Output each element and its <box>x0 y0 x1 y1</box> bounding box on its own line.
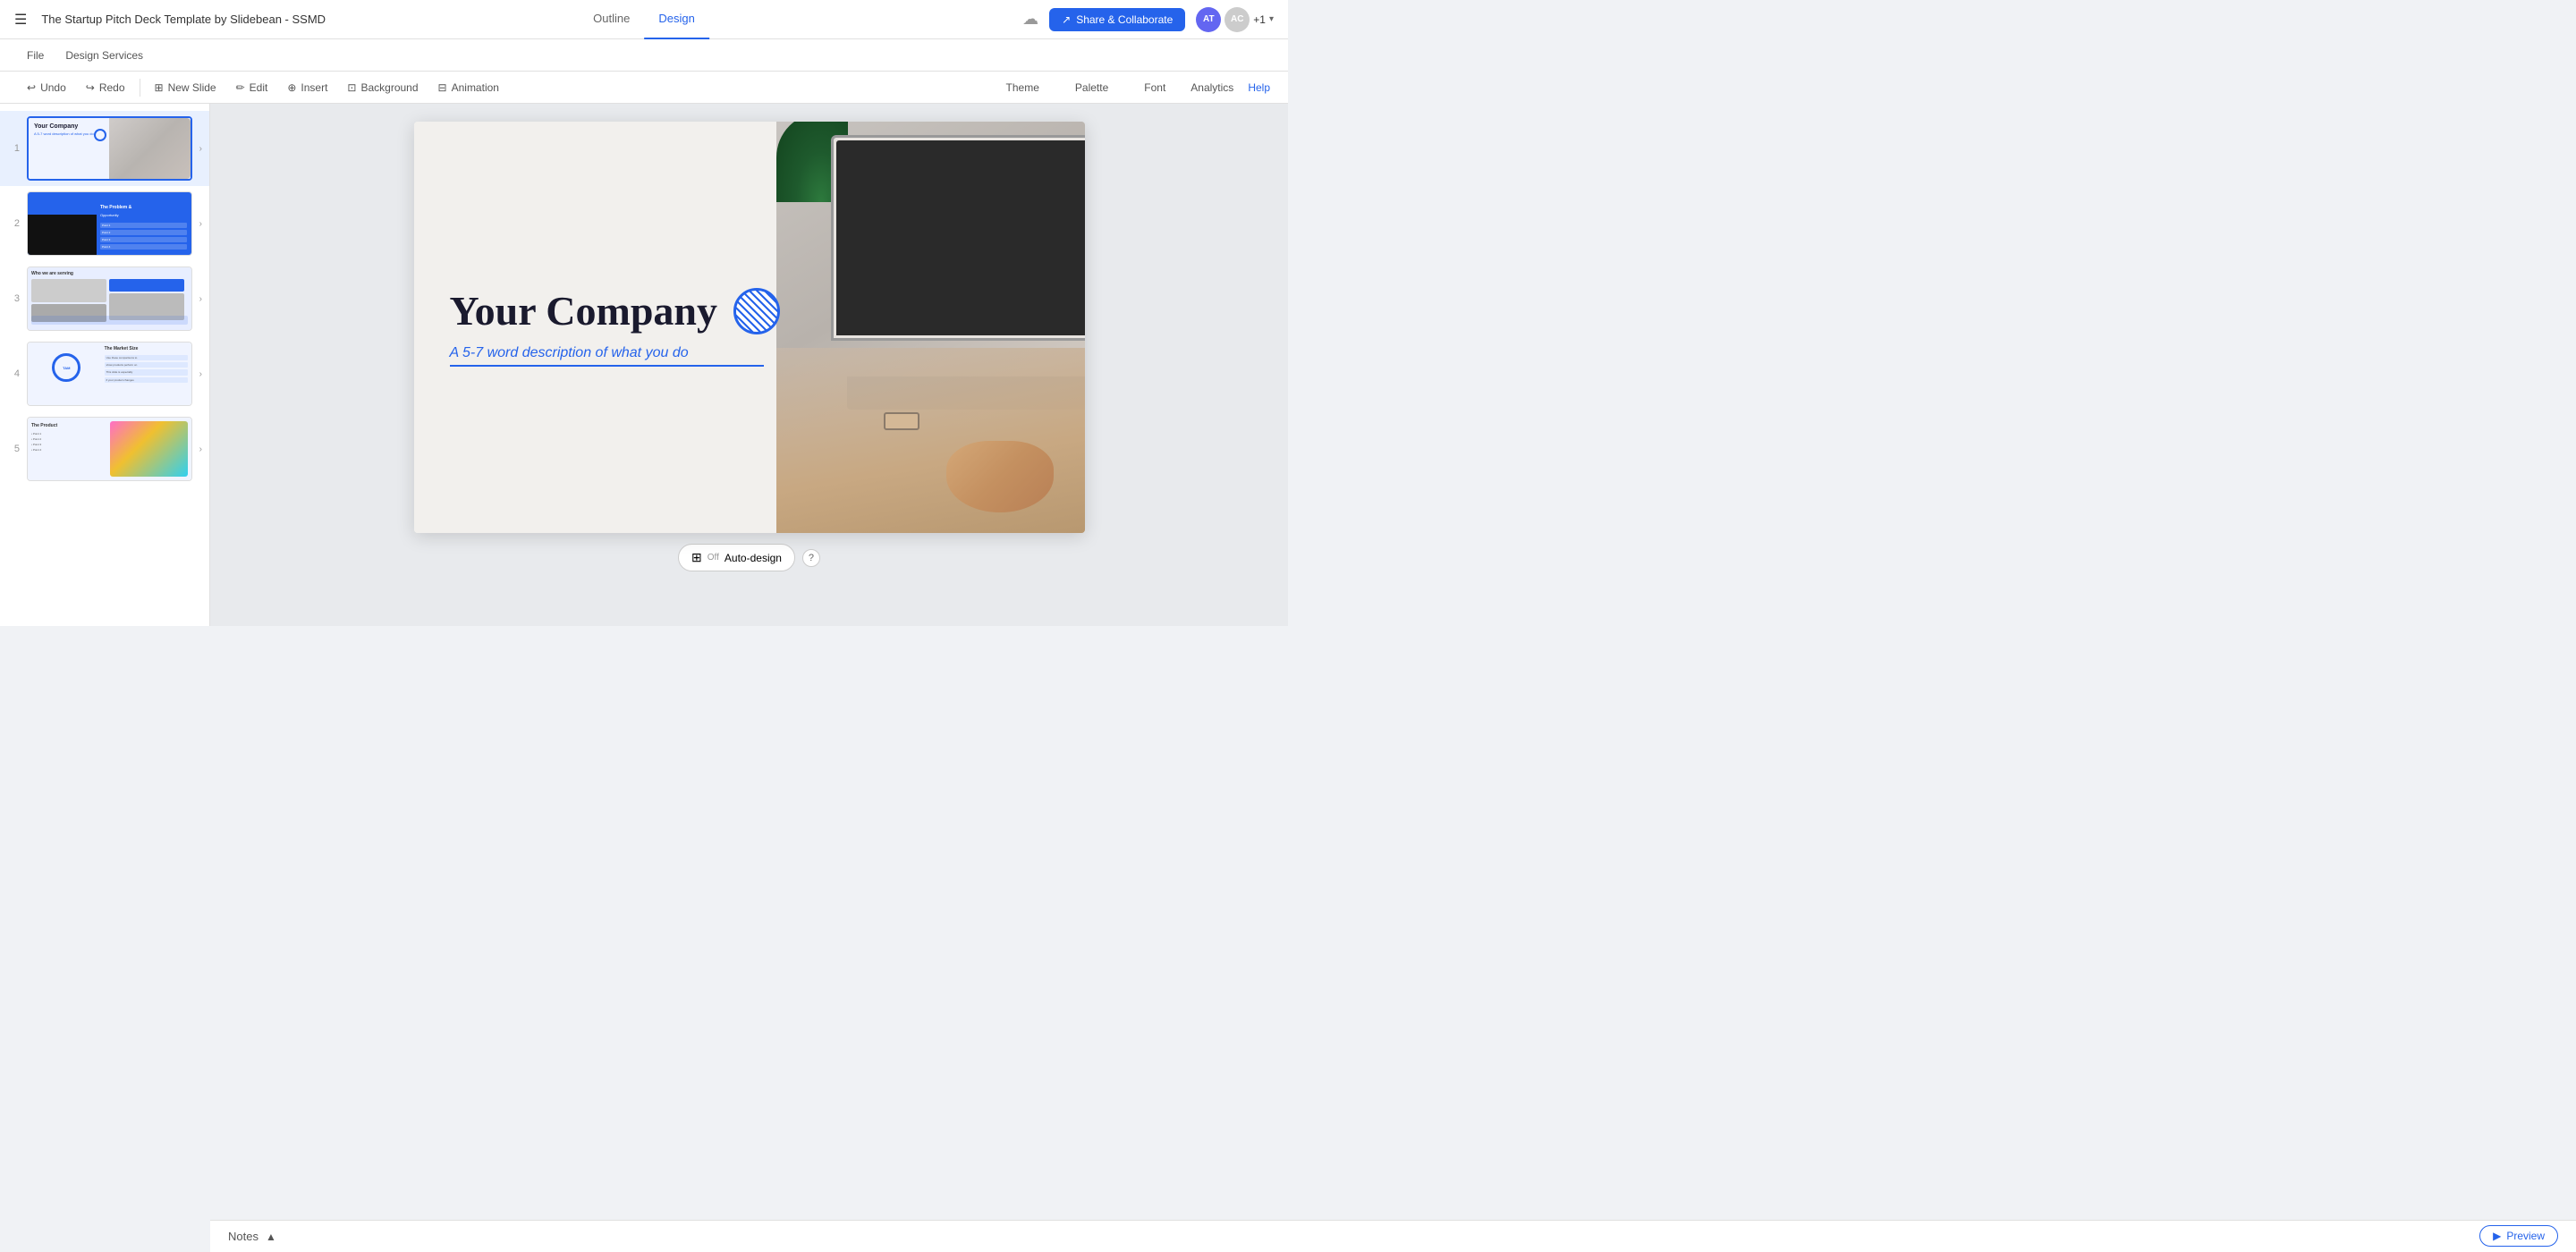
company-tagline: A 5-7 word description of what you do <box>450 345 764 367</box>
chevron-down-icon[interactable]: ▾ <box>1269 14 1274 24</box>
hamburger-icon[interactable]: ☰ <box>14 11 27 29</box>
cloud-icon: ☁ <box>1022 10 1038 29</box>
slide-number-1: 1 <box>7 143 20 154</box>
edit-icon: ✏ <box>236 81 245 94</box>
preview-button[interactable]: ▶ Preview <box>2479 1225 2558 1247</box>
tab-outline[interactable]: Outline <box>579 0 644 39</box>
new-slide-button[interactable]: ⊞ New Slide <box>146 78 225 97</box>
avatar-at: AT <box>1196 7 1221 32</box>
slide-item-2[interactable]: 2 The Problem & Opportunity Point 1 Poin… <box>0 186 209 261</box>
slides-panel: 1 Your Company A 5-7 word description of… <box>0 104 210 626</box>
nav-tabs: Outline Design <box>579 0 709 39</box>
user-count: +1 <box>1253 13 1266 26</box>
insert-button[interactable]: ⊕ Insert <box>278 78 336 97</box>
notes-label: Notes <box>228 1230 258 1243</box>
thumb1-content: Your Company A 5-7 word description of w… <box>29 118 191 179</box>
play-icon: ▶ <box>2493 1230 2501 1242</box>
file-menu-button[interactable]: File <box>18 46 53 65</box>
share-icon: ↗ <box>1062 13 1071 26</box>
slide-number-4: 4 <box>7 368 20 379</box>
slide-text-area: Your Company A 5-7 word description of w… <box>450 288 799 367</box>
tab-design[interactable]: Design <box>644 0 708 39</box>
redo-button[interactable]: ↪ Redo <box>77 78 134 97</box>
design-toolbar: ↩ Undo ↪ Redo ⊞ New Slide ✏ Edit ⊕ Inser… <box>0 72 1288 104</box>
slide-4-expand-icon[interactable]: › <box>199 369 202 379</box>
file-menu-group: File Design Services <box>18 46 152 65</box>
share-collaborate-button[interactable]: ↗ Share & Collaborate <box>1049 8 1185 31</box>
canvas-area: Your Company A 5-7 word description of w… <box>210 104 1288 626</box>
insert-icon: ⊕ <box>287 81 296 94</box>
auto-design-label: Auto-design <box>724 552 782 564</box>
nav-right: ☁ ↗ Share & Collaborate AT AC +1 ▾ <box>1022 7 1274 32</box>
auto-design-bar: ⊞ Off Auto-design ? <box>678 544 820 571</box>
design-tabs-group: Theme Palette Font Analytics Help <box>996 78 1270 97</box>
app-title: The Startup Pitch Deck Template by Slide… <box>41 13 1008 26</box>
edit-button[interactable]: ✏ Edit <box>227 78 277 97</box>
auto-design-icon: ⊞ <box>691 550 702 565</box>
company-logo <box>733 288 780 334</box>
main-layout: 1 Your Company A 5-7 word description of… <box>0 104 1288 626</box>
thumb1-logo <box>94 129 106 141</box>
animation-icon: ⊟ <box>438 81 447 94</box>
notes-bar: Notes ▲ <box>210 1220 2576 1252</box>
avatar-group: AT AC +1 ▾ <box>1196 7 1274 32</box>
slide-item-4[interactable]: 4 TAM The Market Size Use these comparis… <box>0 336 209 411</box>
slide-number-3: 3 <box>7 293 20 304</box>
analytics-link[interactable]: Analytics <box>1191 81 1233 94</box>
redo-icon: ↪ <box>86 81 95 94</box>
help-circle-icon[interactable]: ? <box>802 549 820 567</box>
top-navigation: ☰ The Startup Pitch Deck Template by Sli… <box>0 0 1288 39</box>
slide-thumbnail-4: TAM The Market Size Use these comparison… <box>27 342 192 406</box>
tab-font[interactable]: Font <box>1133 78 1176 97</box>
animation-button[interactable]: ⊟ Animation <box>429 78 508 97</box>
slide-3-expand-icon[interactable]: › <box>199 294 202 304</box>
tab-palette[interactable]: Palette <box>1064 78 1119 97</box>
edit-tools-group: ↩ Undo ↪ Redo ⊞ New Slide ✏ Edit ⊕ Inser… <box>18 78 508 97</box>
slide-canvas[interactable]: Your Company A 5-7 word description of w… <box>414 122 1085 533</box>
slide-item-1[interactable]: 1 Your Company A 5-7 word description of… <box>0 111 209 186</box>
background-button[interactable]: ⊡ Background <box>338 78 427 97</box>
slide-5-expand-icon[interactable]: › <box>199 444 202 454</box>
company-name: Your Company <box>450 289 718 334</box>
auto-design-off-label: Off <box>708 553 719 563</box>
slide-item-3[interactable]: 3 Who we are serving <box>0 261 209 336</box>
slide-number-5: 5 <box>7 444 20 454</box>
slide-photo-area <box>776 122 1085 533</box>
slide-thumbnail-3: Who we are serving <box>27 266 192 331</box>
notes-chevron-icon[interactable]: ▲ <box>266 1231 276 1243</box>
auto-design-button[interactable]: ⊞ Off Auto-design <box>678 544 795 571</box>
undo-icon: ↩ <box>27 81 36 94</box>
avatar-ac: AC <box>1224 7 1250 32</box>
thumb1-title: Your Company <box>34 123 78 130</box>
slide-2-expand-icon[interactable]: › <box>199 219 202 229</box>
background-icon: ⊡ <box>347 81 356 94</box>
slide-1-expand-icon[interactable]: › <box>199 144 202 154</box>
design-services-button[interactable]: Design Services <box>56 46 152 65</box>
slide-thumbnail-2: The Problem & Opportunity Point 1 Point … <box>27 191 192 256</box>
new-slide-icon: ⊞ <box>155 81 164 94</box>
undo-button[interactable]: ↩ Undo <box>18 78 75 97</box>
help-link[interactable]: Help <box>1248 81 1270 94</box>
slide-thumbnail-1: Your Company A 5-7 word description of w… <box>27 116 192 181</box>
thumb1-subtitle: A 5-7 word description of what you do <box>34 131 94 136</box>
tab-theme[interactable]: Theme <box>996 78 1050 97</box>
thumb1-photo <box>109 118 190 179</box>
slide-number-2: 2 <box>7 218 20 229</box>
slide-thumbnail-5: The Product • Point 1 • Point 2 • Point … <box>27 417 192 481</box>
file-toolbar: File Design Services <box>0 39 1288 72</box>
slide-item-5[interactable]: 5 The Product • Point 1 • Point 2 • Poin… <box>0 411 209 486</box>
